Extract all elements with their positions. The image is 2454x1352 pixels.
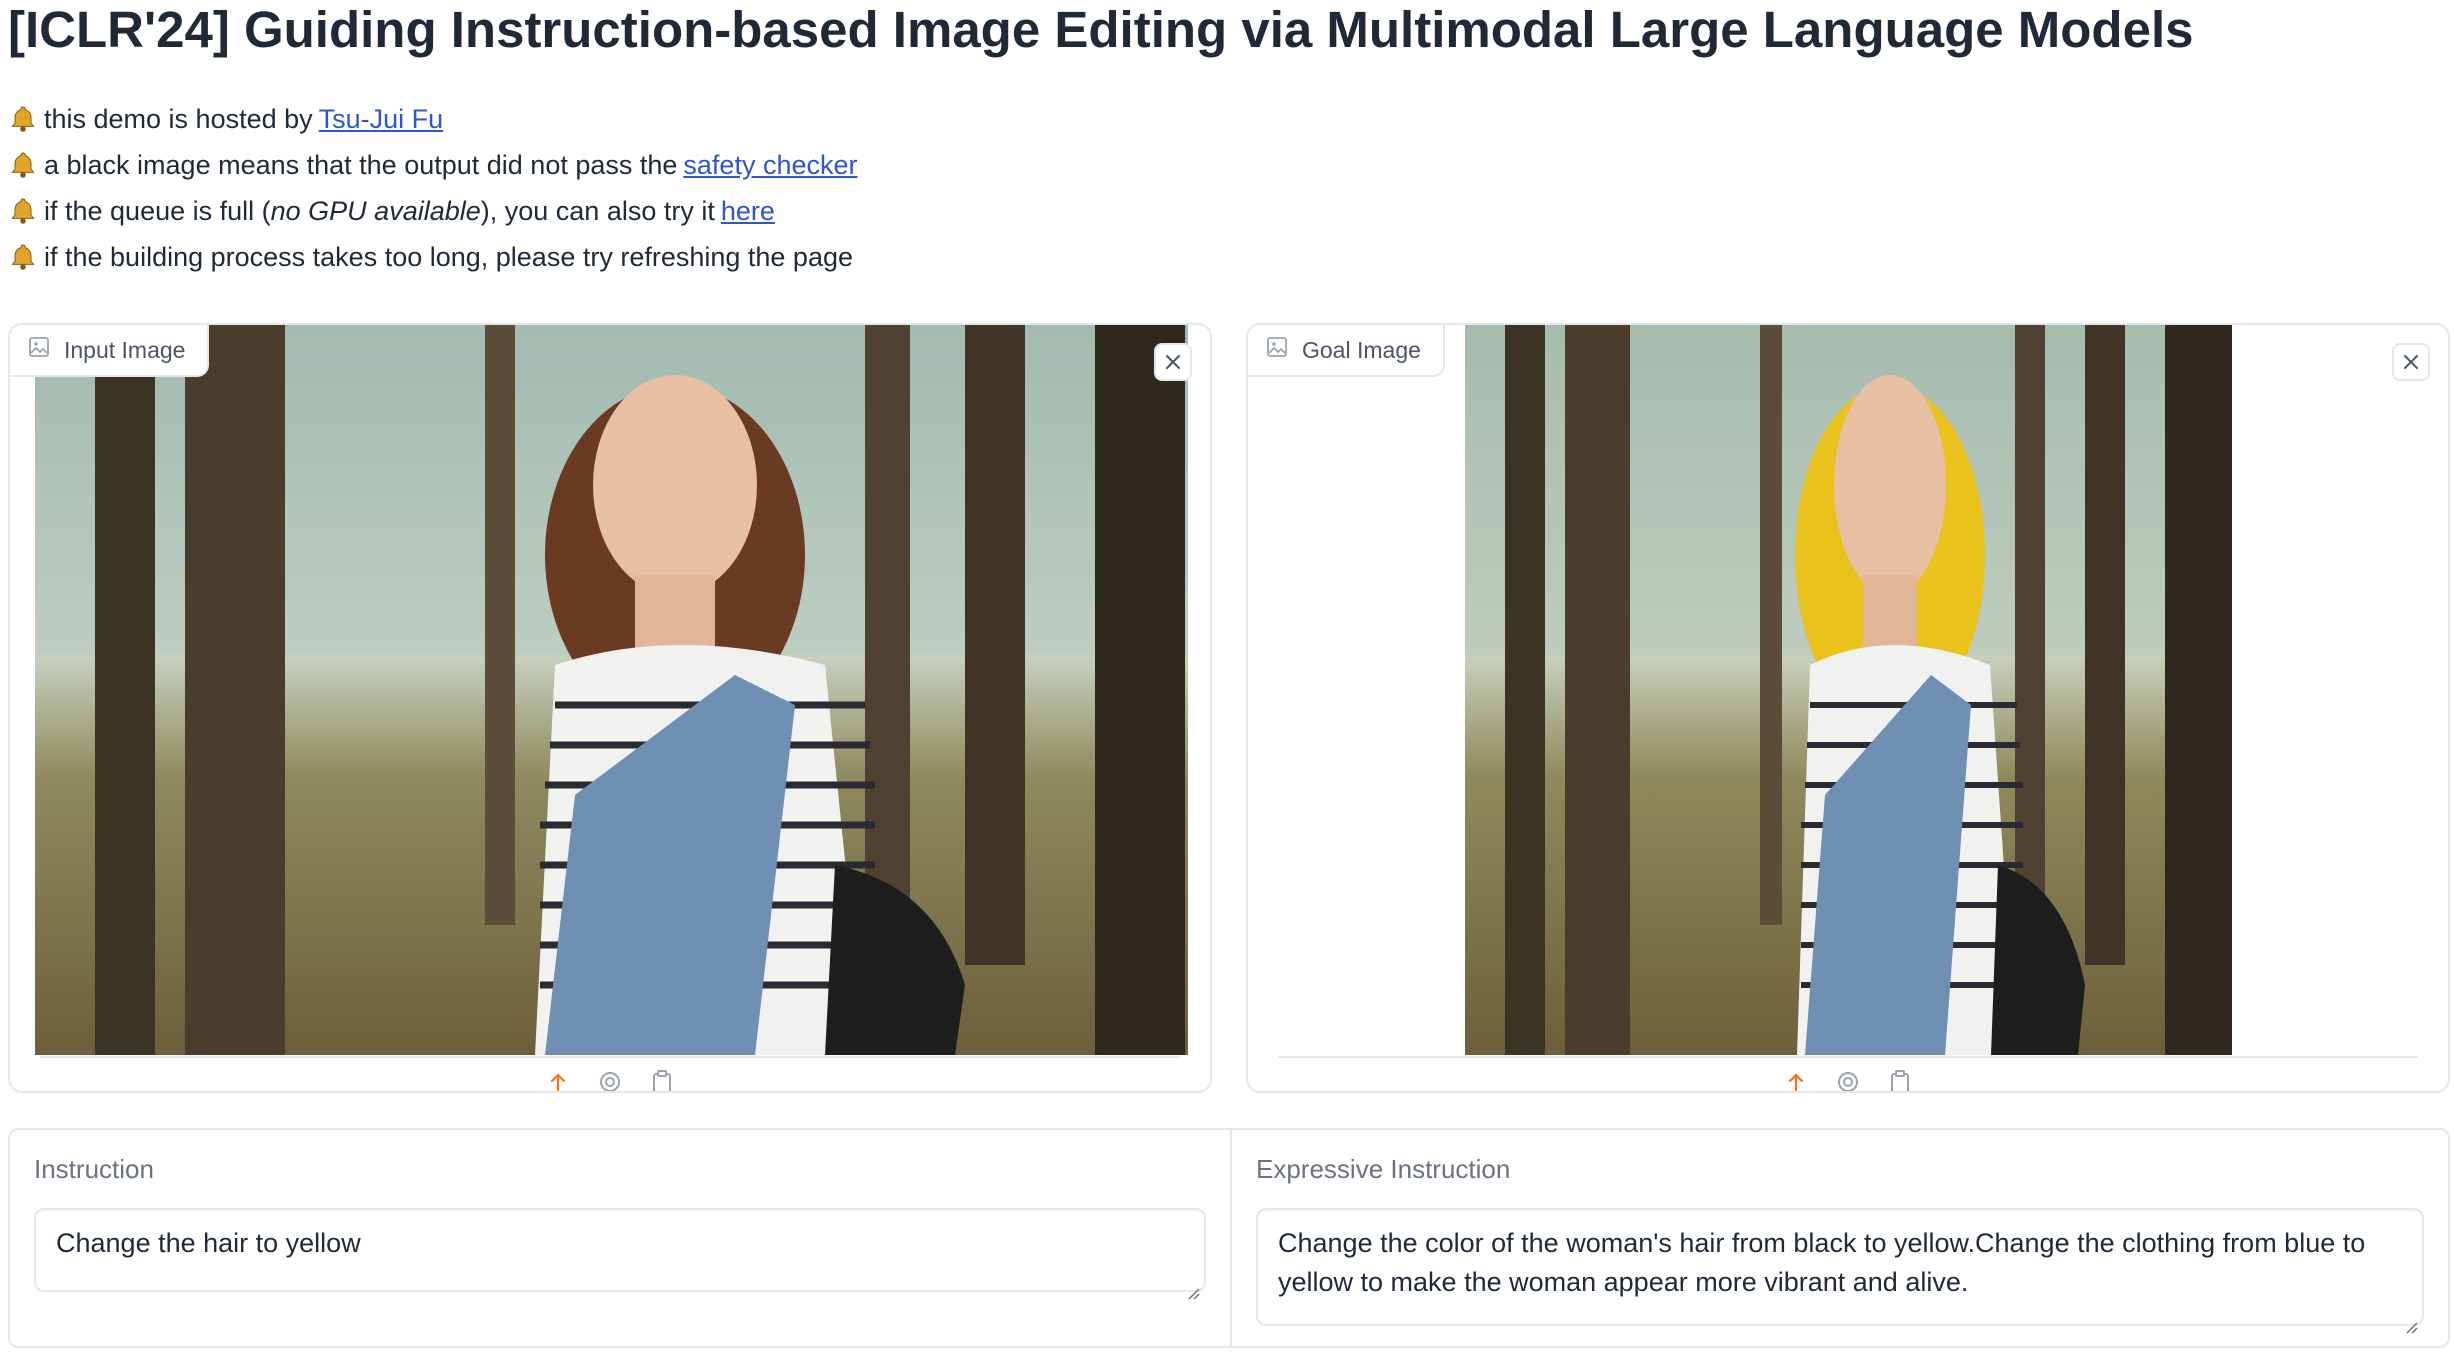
image-icon xyxy=(28,336,50,364)
resize-handle-icon[interactable] xyxy=(1186,1272,1200,1300)
webcam-icon[interactable] xyxy=(595,1067,625,1091)
image-icon xyxy=(1266,336,1288,364)
note-queue-full: if the queue is full (no GPU available),… xyxy=(8,188,857,234)
resize-handle-icon[interactable] xyxy=(2404,1306,2418,1334)
goal-image-toolbar xyxy=(1248,1067,2448,1091)
expressive-instruction-label: Expressive Instruction xyxy=(1256,1154,1511,1184)
clipboard-icon[interactable] xyxy=(647,1067,677,1091)
note-text: if the building process takes too long, … xyxy=(44,241,853,272)
upload-icon[interactable] xyxy=(1781,1067,1811,1091)
webcam-icon[interactable] xyxy=(1833,1067,1863,1091)
notes-list: this demo is hosted by Tsu-Jui Fu a blac… xyxy=(8,96,857,280)
close-icon[interactable] xyxy=(2392,343,2430,381)
goal-image-panel: Goal Image xyxy=(1246,323,2450,1093)
input-image-label-text: Input Image xyxy=(64,336,186,363)
expressive-instruction-column: Expressive Instruction Change the color … xyxy=(1230,1130,2448,1346)
input-image-label: Input Image xyxy=(10,325,210,377)
note-black-image: a black image means that the output did … xyxy=(8,142,857,188)
bell-icon xyxy=(8,150,38,180)
note-text: ), you can also try it xyxy=(480,195,715,226)
note-text: this demo is hosted by xyxy=(44,103,313,134)
link-safety-checker[interactable]: safety checker xyxy=(683,150,857,181)
bell-icon xyxy=(8,242,38,272)
bell-icon xyxy=(8,104,38,134)
note-hosted-by: this demo is hosted by Tsu-Jui Fu xyxy=(8,96,857,142)
expressive-instruction-value: Change the color of the woman's hair fro… xyxy=(1278,1228,2366,1297)
divider xyxy=(40,1056,1180,1058)
note-text: if the queue is full ( xyxy=(44,195,271,226)
goal-image[interactable] xyxy=(1465,325,2232,1055)
instruction-textarea[interactable]: Change the hair to yellow xyxy=(34,1208,1206,1300)
clipboard-icon[interactable] xyxy=(1885,1067,1915,1091)
input-image[interactable] xyxy=(35,325,1188,1055)
note-emphasis: no GPU available xyxy=(270,195,481,226)
input-image-panel: Input Image xyxy=(8,323,1212,1093)
input-image-toolbar xyxy=(10,1067,1210,1091)
close-icon[interactable] xyxy=(1154,343,1192,381)
link-here[interactable]: here xyxy=(721,196,775,227)
note-text: a black image means that the output did … xyxy=(44,149,678,180)
goal-image-label-text: Goal Image xyxy=(1302,336,1421,363)
instruction-form: Instruction Change the hair to yellow Ex… xyxy=(8,1128,2450,1348)
instruction-value: Change the hair to yellow xyxy=(56,1228,361,1258)
goal-image-label: Goal Image xyxy=(1248,325,1445,377)
link-tsu-jui-fu[interactable]: Tsu-Jui Fu xyxy=(319,104,444,135)
note-refresh: if the building process takes too long, … xyxy=(8,234,857,280)
page-title: [ICLR'24] Guiding Instruction-based Imag… xyxy=(8,1,2194,58)
upload-icon[interactable] xyxy=(543,1067,573,1091)
bell-icon xyxy=(8,196,38,226)
divider xyxy=(1278,1056,2418,1058)
instruction-label: Instruction xyxy=(34,1154,154,1184)
expressive-instruction-textarea[interactable]: Change the color of the woman's hair fro… xyxy=(1256,1208,2424,1334)
instruction-column: Instruction Change the hair to yellow xyxy=(10,1130,1230,1346)
